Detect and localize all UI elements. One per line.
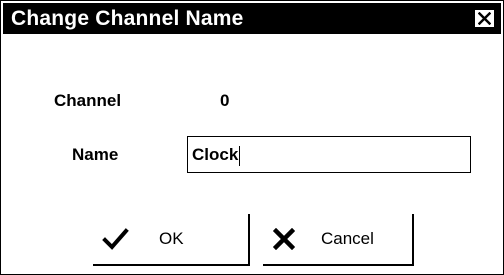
text-caret xyxy=(239,145,241,166)
close-icon xyxy=(478,12,491,25)
close-button[interactable] xyxy=(474,9,495,28)
x-icon xyxy=(273,228,295,250)
cancel-button[interactable]: Cancel xyxy=(263,214,414,266)
ok-button-label: OK xyxy=(159,229,184,248)
name-field-value: Clock xyxy=(192,145,239,164)
channel-value: 0 xyxy=(220,91,230,110)
cancel-button-label: Cancel xyxy=(321,229,374,248)
ok-button[interactable]: OK xyxy=(93,214,250,266)
change-channel-name-dialog: Change Channel Name Channel 0 Name Clock… xyxy=(0,0,504,275)
title-bar[interactable]: Change Channel Name xyxy=(3,3,501,34)
checkmark-icon xyxy=(102,228,129,250)
dialog-title: Change Channel Name xyxy=(11,7,244,30)
name-label: Name xyxy=(72,145,119,164)
channel-label: Channel xyxy=(54,91,122,110)
name-field[interactable]: Clock xyxy=(187,136,471,173)
